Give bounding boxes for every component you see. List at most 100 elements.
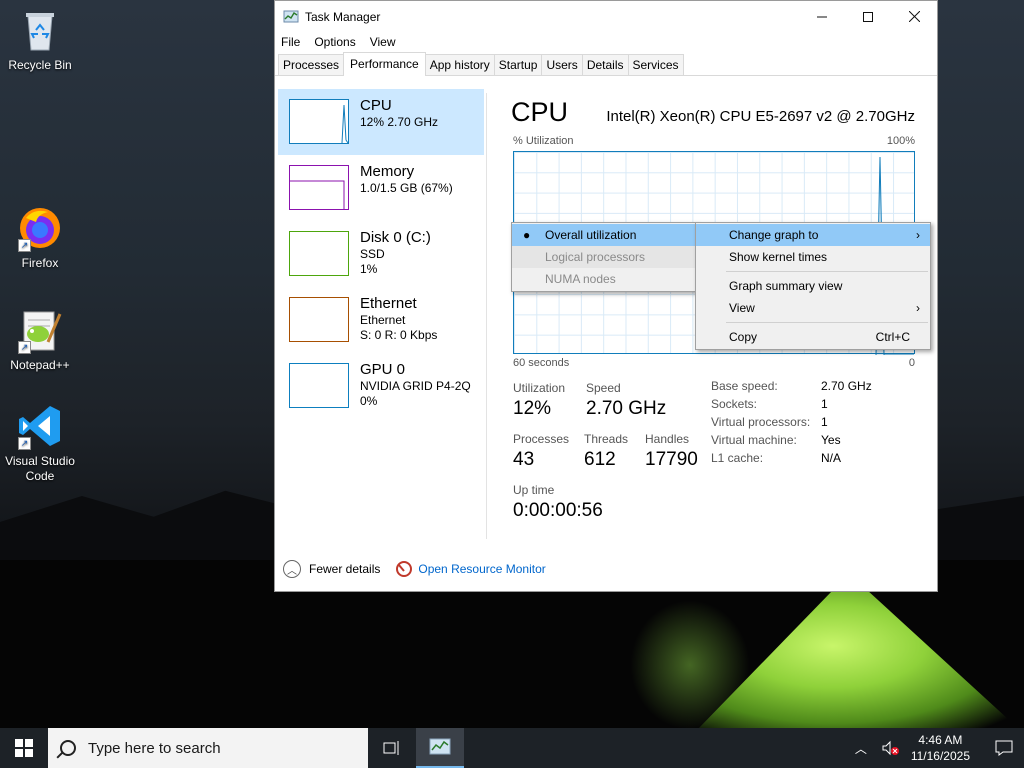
taskbar-task-manager[interactable] bbox=[416, 728, 464, 768]
clock-time: 4:46 AM bbox=[918, 733, 963, 747]
chevron-up-icon[interactable]: ︿ bbox=[855, 740, 867, 757]
spec-key: Virtual processors: bbox=[711, 415, 811, 429]
stat-handles: Handles 17790 bbox=[645, 432, 698, 471]
menu-item-label: Logical processors bbox=[545, 250, 646, 264]
stat-value: 612 bbox=[584, 449, 616, 470]
menu-item-logical-processors[interactable]: Logical processors bbox=[512, 246, 696, 268]
tab-details[interactable]: Details bbox=[581, 54, 629, 75]
tab-processes[interactable]: Processes bbox=[278, 54, 345, 75]
fewer-details-button[interactable]: Fewer details bbox=[309, 562, 380, 576]
notification-icon bbox=[995, 740, 1013, 756]
taskbar: Type here to search ︿ 4:46 AM 11/16/2025 bbox=[0, 728, 1024, 768]
resource-detail: 1.0/1.5 GB (67%) bbox=[360, 181, 453, 195]
tab-startup[interactable]: Startup bbox=[493, 54, 543, 75]
menu-item-numa-nodes[interactable]: NUMA nodes bbox=[512, 268, 696, 290]
firefox-icon: ↗ bbox=[16, 204, 64, 252]
taskbar-search-box[interactable]: Type here to search bbox=[48, 728, 368, 768]
cpu-heading: CPU bbox=[511, 97, 569, 127]
resource-detail: 12% 2.70 GHz bbox=[360, 115, 439, 129]
utilization-axis-label: % Utilization bbox=[513, 135, 574, 147]
pane-divider[interactable] bbox=[486, 93, 487, 539]
menu-item-label: View bbox=[729, 301, 755, 315]
stat-processes: Processes 43 bbox=[513, 432, 569, 471]
menu-options[interactable]: Options bbox=[314, 35, 355, 49]
stat-value: 43 bbox=[513, 449, 535, 470]
system-tray: ︿ 4:46 AM 11/16/2025 bbox=[855, 728, 1024, 768]
open-resource-monitor-link[interactable]: Open Resource Monitor bbox=[418, 562, 545, 576]
spec-value: Yes bbox=[821, 433, 841, 447]
desktop-icon-recycle-bin[interactable]: Recycle Bin bbox=[0, 6, 80, 73]
resource-detail-2: S: 0 R: 0 Kbps bbox=[360, 328, 438, 342]
graph-zero-label: 0 bbox=[908, 357, 915, 369]
minimize-button[interactable] bbox=[799, 1, 845, 32]
resource-name: CPU bbox=[360, 97, 392, 114]
task-view-button[interactable] bbox=[368, 728, 416, 768]
menu-item-change-graph-to[interactable]: Change graph to › bbox=[696, 224, 930, 246]
stat-value: 17790 bbox=[645, 449, 698, 470]
resource-detail-2: 0% bbox=[360, 394, 378, 408]
menu-item-show-kernel-times[interactable]: Show kernel times bbox=[696, 246, 930, 268]
menu-item-label: Change graph to bbox=[729, 228, 819, 242]
search-icon bbox=[60, 740, 76, 756]
desktop-icon-vscode[interactable]: ↗ Visual Studio Code bbox=[0, 402, 80, 484]
stat-value: 12% bbox=[513, 398, 552, 419]
tab-users[interactable]: Users bbox=[541, 54, 583, 75]
resource-item-ethernet[interactable]: Ethernet Ethernet S: 0 R: 0 Kbps bbox=[278, 287, 484, 353]
shortcut-arrow-icon: ↗ bbox=[18, 239, 31, 252]
menu-file[interactable]: File bbox=[281, 35, 300, 49]
tab-app-history[interactable]: App history bbox=[424, 54, 495, 75]
stat-value: 2.70 GHz bbox=[586, 398, 667, 419]
spec-row: L1 cache: N/A bbox=[711, 451, 921, 469]
menu-bar: File Options View bbox=[275, 32, 937, 52]
graph-context-menu: Change graph to › Show kernel times Grap… bbox=[695, 222, 931, 350]
action-center-button[interactable] bbox=[984, 728, 1024, 768]
resource-name: GPU 0 bbox=[360, 361, 406, 378]
change-graph-submenu: ● Overall utilization Logical processors… bbox=[511, 222, 697, 292]
resource-detail: Ethernet bbox=[360, 313, 406, 327]
spec-row: Virtual processors: 1 bbox=[711, 415, 921, 433]
chevron-up-icon[interactable]: ︿ bbox=[283, 560, 301, 578]
resource-item-disk[interactable]: Disk 0 (C:) SSD 1% bbox=[278, 221, 484, 287]
disk-thumbnail-graph bbox=[289, 231, 349, 276]
stat-label: Handles bbox=[645, 432, 690, 446]
spec-key: Base speed: bbox=[711, 379, 778, 393]
menu-item-graph-summary-view[interactable]: Graph summary view bbox=[696, 275, 930, 297]
window-title: Task Manager bbox=[305, 9, 381, 24]
menu-view[interactable]: View bbox=[370, 35, 396, 49]
stat-utilization: Utilization 12% bbox=[513, 381, 565, 420]
resource-detail: NVIDIA GRID P4-2Q bbox=[360, 379, 471, 393]
menu-item-overall-utilization[interactable]: ● Overall utilization bbox=[512, 224, 696, 246]
cpu-thumbnail-graph bbox=[289, 99, 349, 144]
maximize-button[interactable] bbox=[845, 1, 891, 32]
stat-label: Utilization bbox=[513, 381, 566, 395]
volume-muted-icon[interactable] bbox=[881, 740, 899, 756]
spec-key: L1 cache: bbox=[711, 451, 764, 465]
tab-services[interactable]: Services bbox=[627, 54, 684, 75]
start-button[interactable] bbox=[0, 728, 48, 768]
stat-speed: Speed 2.70 GHz bbox=[586, 381, 666, 420]
spec-value: 2.70 GHz bbox=[821, 379, 872, 393]
desktop: Recycle Bin ↗ Firefox ↗ Notepad++ ↗ Visu… bbox=[0, 0, 1024, 728]
close-button[interactable] bbox=[891, 1, 937, 32]
resource-item-gpu[interactable]: GPU 0 NVIDIA GRID P4-2Q 0% bbox=[278, 353, 484, 419]
vscode-icon: ↗ bbox=[16, 402, 64, 450]
menu-separator bbox=[726, 322, 928, 323]
cpu-model-name: Intel(R) Xeon(R) CPU E5-2697 v2 @ 2.70GH… bbox=[606, 108, 915, 125]
resource-detail-2: 1% bbox=[360, 262, 378, 276]
tab-performance[interactable]: Performance bbox=[343, 52, 426, 76]
menu-item-copy[interactable]: Copy Ctrl+C bbox=[696, 326, 930, 348]
resource-list: CPU 12% 2.70 GHz Memory 1.0/1.5 GB (67%)… bbox=[278, 89, 484, 419]
resource-item-memory[interactable]: Memory 1.0/1.5 GB (67%) bbox=[278, 155, 484, 221]
task-manager-icon bbox=[283, 10, 299, 22]
stat-label: Threads bbox=[584, 432, 629, 446]
desktop-icon-firefox[interactable]: ↗ Firefox bbox=[0, 204, 80, 271]
resource-name: Disk 0 (C:) bbox=[360, 229, 431, 246]
taskbar-clock[interactable]: 4:46 AM 11/16/2025 bbox=[911, 732, 970, 764]
resource-item-cpu[interactable]: CPU 12% 2.70 GHz bbox=[278, 89, 484, 155]
menu-item-view[interactable]: View › bbox=[696, 297, 930, 319]
resource-name: Ethernet bbox=[360, 295, 417, 312]
desktop-icon-notepadpp[interactable]: ↗ Notepad++ bbox=[0, 306, 80, 373]
gpu-thumbnail-graph bbox=[289, 363, 349, 408]
desktop-icon-label: Firefox bbox=[21, 256, 59, 270]
title-bar[interactable]: Task Manager bbox=[275, 1, 937, 32]
